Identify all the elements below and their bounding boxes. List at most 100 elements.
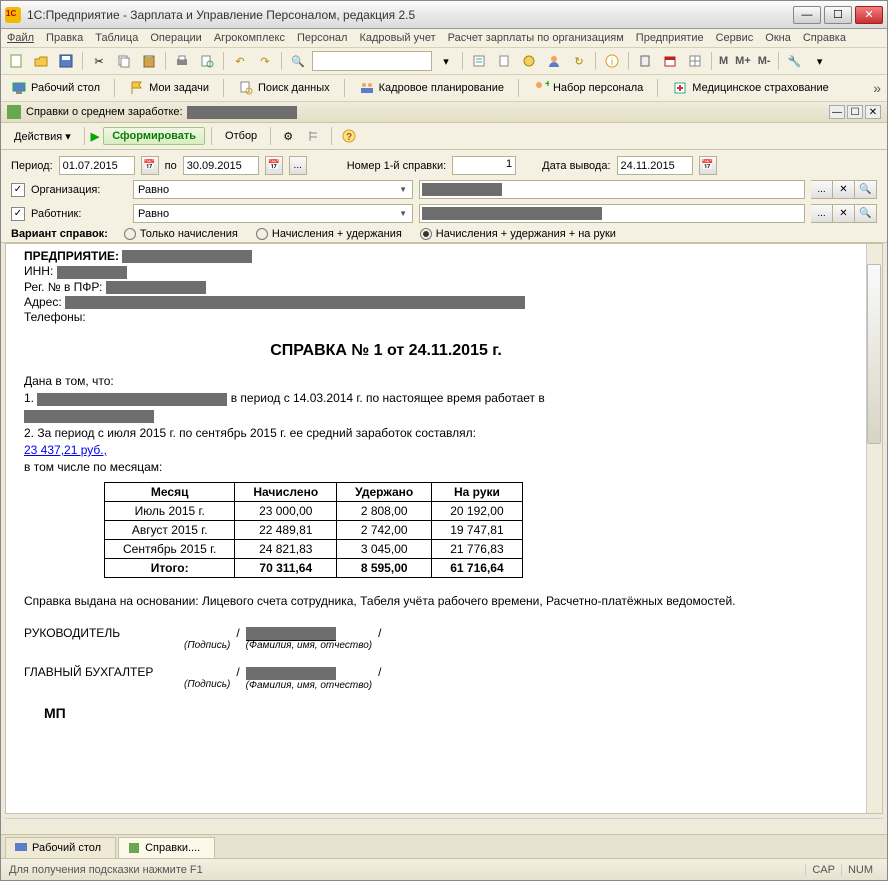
refresh-icon[interactable]: ↻	[568, 50, 590, 72]
minimize-button[interactable]: —	[793, 6, 821, 24]
fio-line	[246, 665, 336, 680]
doc-icon[interactable]	[493, 50, 515, 72]
org-icon[interactable]	[518, 50, 540, 72]
amount-link[interactable]: 23 437,21 руб.,	[24, 443, 107, 457]
find-icon[interactable]: 🔍	[287, 50, 309, 72]
redo-icon[interactable]: ↷	[254, 50, 276, 72]
inn-label: ИНН:	[24, 264, 53, 278]
worker-value-input[interactable]	[419, 204, 805, 223]
clear-button[interactable]: ✕	[833, 204, 855, 223]
date-to-input[interactable]: 30.09.2015	[183, 156, 259, 175]
help-small-icon[interactable]: ?	[338, 125, 360, 147]
search-go-icon[interactable]: ▾	[435, 50, 457, 72]
nav-recruit[interactable]: + Набор персонала	[529, 78, 647, 98]
period-picker-button[interactable]: ...	[289, 156, 307, 175]
lookup-button[interactable]: 🔍	[855, 204, 877, 223]
menu-edit[interactable]: Правка	[46, 32, 83, 44]
number-input[interactable]: 1	[452, 156, 516, 175]
menu-windows[interactable]: Окна	[765, 32, 791, 44]
memory-m-button[interactable]: M	[717, 55, 730, 67]
maximize-button[interactable]: ☐	[824, 6, 852, 24]
menu-staff[interactable]: Персонал	[297, 32, 348, 44]
nav-med[interactable]: Медицинское страхование	[668, 78, 832, 98]
print-icon[interactable]	[171, 50, 193, 72]
menu-help[interactable]: Справка	[803, 32, 846, 44]
variant-opt1-label: Только начисления	[140, 228, 238, 240]
print-preview-icon[interactable]	[196, 50, 218, 72]
menu-payroll[interactable]: Расчет зарплаты по организациям	[448, 32, 624, 44]
tree-icon[interactable]	[303, 125, 325, 147]
sub-maximize-button[interactable]: ☐	[847, 105, 863, 119]
horizontal-scrollbar[interactable]	[5, 818, 883, 834]
close-button[interactable]: ✕	[855, 6, 883, 24]
menu-agrocomplex[interactable]: Агрокомплекс	[214, 32, 285, 44]
calc-icon[interactable]	[634, 50, 656, 72]
paste-icon[interactable]	[138, 50, 160, 72]
document-area[interactable]: ПРЕДПРИЯТИЕ: ИНН: Рег. № в ПФР: Адрес: Т…	[5, 243, 883, 814]
menu-table[interactable]: Таблица	[95, 32, 138, 44]
tab-document[interactable]: Справки....	[118, 837, 215, 858]
new-icon[interactable]	[5, 50, 27, 72]
org-checkbox[interactable]: ✓	[11, 183, 25, 197]
phones-label: Телефоны:	[24, 310, 86, 324]
variant-opt1-radio[interactable]	[124, 228, 136, 240]
report-icon	[127, 841, 141, 855]
scrollbar-thumb[interactable]	[867, 264, 881, 444]
worker-checkbox[interactable]: ✓	[11, 207, 25, 221]
nav-more-icon[interactable]: »	[873, 80, 881, 96]
copy-icon[interactable]	[113, 50, 135, 72]
actions-button[interactable]: Действия ▾	[7, 127, 78, 146]
status-hint: Для получения подсказки нажмите F1	[9, 864, 203, 876]
lookup-button[interactable]: 🔍	[855, 180, 877, 199]
dropdown-icon[interactable]: ▾	[809, 50, 831, 72]
settings-icon[interactable]: 🔧	[784, 50, 806, 72]
nav-tasks[interactable]: Мои задачи	[125, 78, 213, 98]
menu-operations[interactable]: Операции	[150, 32, 201, 44]
help-icon[interactable]: i	[601, 50, 623, 72]
subwindow-title: Справки о среднем заработке:	[26, 106, 183, 118]
variant-opt2-radio[interactable]	[256, 228, 268, 240]
redacted-text	[37, 393, 227, 406]
variant-opt3-radio[interactable]	[420, 228, 432, 240]
settings-small-icon[interactable]: ⚙	[277, 125, 299, 147]
person-icon[interactable]	[543, 50, 565, 72]
select-button[interactable]: ...	[811, 204, 833, 223]
filter-button[interactable]: Отбор	[218, 127, 264, 145]
calendar-icon[interactable]: 📅	[699, 156, 717, 175]
tab-desktop[interactable]: Рабочий стол	[5, 837, 116, 858]
redacted-text	[57, 266, 127, 279]
nav-planning[interactable]: Кадровое планирование	[355, 78, 508, 98]
nav-search[interactable]: Поиск данных	[234, 78, 334, 98]
grid-icon[interactable]	[684, 50, 706, 72]
menu-kadr[interactable]: Кадровый учет	[359, 32, 435, 44]
menu-file[interactable]: Файл	[7, 32, 34, 44]
clear-button[interactable]: ✕	[833, 180, 855, 199]
calendar-icon[interactable]: 📅	[265, 156, 283, 175]
memory-mplus-button[interactable]: M+	[733, 55, 753, 67]
cut-icon[interactable]: ✂	[88, 50, 110, 72]
date-from-input[interactable]: 01.07.2015	[59, 156, 135, 175]
sub-minimize-button[interactable]: —	[829, 105, 845, 119]
calendar-icon[interactable]	[659, 50, 681, 72]
org-operator-combo[interactable]: Равно▼	[133, 180, 413, 199]
open-icon[interactable]	[30, 50, 52, 72]
save-icon[interactable]	[55, 50, 77, 72]
play-icon: ▶	[91, 130, 99, 143]
separator	[270, 127, 271, 145]
worker-operator-combo[interactable]: Равно▼	[133, 204, 413, 223]
nav-desktop[interactable]: Рабочий стол	[7, 78, 104, 98]
fio-caption: (Фамилия, имя, отчество)	[246, 640, 372, 651]
vertical-scrollbar[interactable]	[866, 244, 882, 813]
org-value-input[interactable]	[419, 180, 805, 199]
menu-enterprise[interactable]: Предприятие	[636, 32, 704, 44]
undo-icon[interactable]: ↶	[229, 50, 251, 72]
report-icon[interactable]	[468, 50, 490, 72]
calendar-icon[interactable]: 📅	[141, 156, 159, 175]
outdate-input[interactable]: 24.11.2015	[617, 156, 693, 175]
memory-mminus-button[interactable]: M-	[756, 55, 773, 67]
select-button[interactable]: ...	[811, 180, 833, 199]
sub-close-button[interactable]: ✕	[865, 105, 881, 119]
toolbar-search-input[interactable]	[312, 51, 432, 71]
menu-service[interactable]: Сервис	[716, 32, 754, 44]
generate-button[interactable]: Сформировать	[103, 127, 205, 145]
